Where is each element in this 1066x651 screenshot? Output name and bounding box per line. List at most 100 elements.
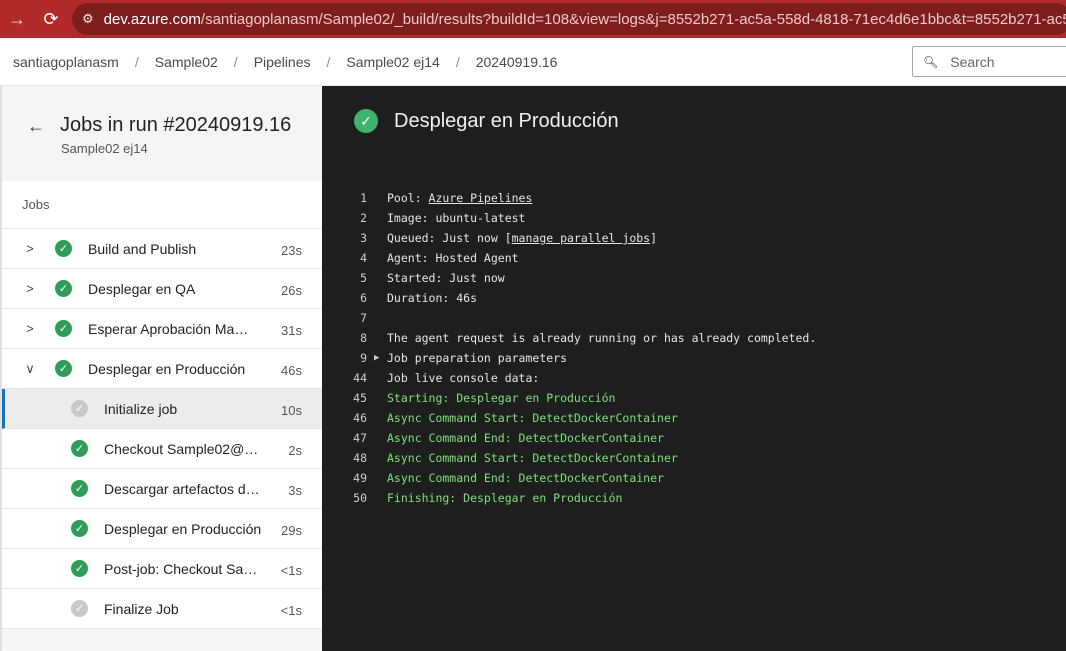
- success-check-icon: ✓: [71, 560, 88, 577]
- step-row[interactable]: ✓ Desplegar en Producción 29s: [2, 509, 322, 549]
- log-text: Image: ubuntu-latest: [387, 211, 526, 225]
- log-line-number: 44: [353, 371, 367, 385]
- step-row[interactable]: ✓ Post-job: Checkout Sample02@main <1s: [2, 549, 322, 589]
- chevron-right-icon[interactable]: >: [24, 241, 36, 256]
- job-name: Build and Publish: [88, 240, 197, 257]
- log-line-number: 1: [360, 191, 367, 205]
- success-check-icon: ✓: [55, 280, 72, 297]
- log-line-text: Pool: Azure Pipelines: [387, 188, 532, 208]
- log-line-text: Finishing: Desplegar en Producción: [387, 488, 622, 508]
- log-line: 46 Async Command Start: DetectDockerConta…: [322, 408, 1066, 428]
- breadcrumb-separator: /: [326, 53, 331, 70]
- pipeline-name: Sample02 ej14: [61, 141, 148, 156]
- back-arrow-icon[interactable]: ←: [27, 116, 45, 137]
- step-name: Post-job: Checkout Sample02@main: [104, 560, 264, 577]
- run-title: Jobs in run #20240919.16: [60, 114, 292, 136]
- log-line-text: Async Command Start: DetectDockerContain…: [387, 448, 678, 468]
- log-line: 44 Job live console data:: [322, 368, 1066, 388]
- jobs-panel: ← Jobs in run #20240919.16 Sample02 ej14…: [0, 86, 322, 651]
- breadcrumb-separator: /: [455, 53, 460, 70]
- log-text: Queued: Just now [: [387, 231, 512, 245]
- log-text: Job preparation parameters: [387, 351, 568, 365]
- search-placeholder: Search: [950, 53, 995, 70]
- step-name: Descargar artefactos de compilación: [104, 480, 264, 497]
- step-row[interactable]: ✓ Initialize job 10s: [2, 389, 322, 429]
- log-line-number: 8: [360, 331, 367, 345]
- log-line-number: 45: [353, 391, 367, 405]
- success-check-icon: ✓: [71, 440, 88, 457]
- log-line: 9 ▶ Job preparation parameters: [322, 348, 1066, 368]
- log-line: 8 The agent request is already running or…: [322, 328, 1066, 348]
- log-text: Starting: Desplegar en Producción: [387, 391, 616, 405]
- forward-arrow-icon[interactable]: →: [4, 6, 30, 32]
- step-row[interactable]: ✓ Descargar artefactos de compilación 3s: [2, 469, 322, 509]
- log-line-number: 49: [353, 471, 367, 485]
- log-text: ]: [650, 231, 658, 245]
- job-name: Desplegar en QA: [88, 280, 196, 297]
- address-bar[interactable]: ⚙ dev.azure.com/santiagoplanasm/Sample02…: [72, 3, 1066, 35]
- log-text: Finishing: Desplegar en Producción: [387, 491, 623, 505]
- log-text: Async Command Start: DetectDockerContain…: [387, 411, 678, 425]
- step-row[interactable]: ✓ Checkout Sample02@main 2s: [2, 429, 322, 469]
- job-duration: 46s: [281, 363, 302, 378]
- breadcrumb-pipelines[interactable]: Pipelines: [254, 54, 311, 70]
- step-duration: 3s: [288, 483, 302, 498]
- log-text: Async Command Start: DetectDockerContain…: [387, 451, 678, 465]
- job-name: Esperar Aprobación Manual: [88, 320, 256, 337]
- log-text: Agent: Hosted Agent: [387, 251, 519, 265]
- expand-triangle-icon[interactable]: ▶: [374, 348, 379, 368]
- log-line-text: Started: Just now: [387, 268, 505, 288]
- log-line-number: 4: [360, 251, 367, 265]
- breadcrumb: santiagoplanasm / Sample02 / Pipelines /…: [0, 38, 1066, 86]
- search-input[interactable]: 🔍︎ Search: [912, 46, 1066, 77]
- log-text: Job live console data:: [387, 371, 540, 385]
- log-text: Async Command End: DetectDockerContainer: [387, 471, 664, 485]
- log-line-text: Async Command End: DetectDockerContainer: [387, 428, 664, 448]
- log-text: Async Command End: DetectDockerContainer: [387, 431, 664, 445]
- job-duration: 23s: [281, 243, 302, 258]
- log-line-number: 50: [353, 491, 367, 505]
- log-link[interactable]: manage parallel jobs: [512, 231, 650, 245]
- log-line: 2 Image: ubuntu-latest: [322, 208, 1066, 228]
- log-output[interactable]: 1 Pool: Azure Pipelines 2 Image: ubuntu-lat…: [322, 188, 1066, 508]
- breadcrumb-org[interactable]: santiagoplanasm: [13, 54, 119, 70]
- log-line-number: 2: [360, 211, 367, 225]
- log-line-number: 46: [353, 411, 367, 425]
- job-row[interactable]: > ✓ Build and Publish 23s: [2, 229, 322, 269]
- log-title: Desplegar en Producción: [394, 110, 619, 132]
- search-icon: 🔍︎: [923, 54, 939, 69]
- log-line: 4 Agent: Hosted Agent: [322, 248, 1066, 268]
- log-panel: ✓ Desplegar en Producción 1 Pool: Azure P…: [322, 86, 1066, 651]
- success-check-icon: ✓: [55, 240, 72, 257]
- job-row[interactable]: > ✓ Desplegar en QA 26s: [2, 269, 322, 309]
- job-row[interactable]: > ✓ Esperar Aprobación Manual 31s: [2, 309, 322, 349]
- breadcrumb-separator: /: [233, 53, 238, 70]
- step-duration: <1s: [280, 563, 302, 578]
- breadcrumb-project[interactable]: Sample02: [155, 54, 218, 70]
- log-text: Duration: 46s: [387, 291, 478, 305]
- log-link[interactable]: Azure Pipelines: [429, 191, 533, 205]
- breadcrumb-run[interactable]: 20240919.16: [476, 54, 558, 70]
- step-row[interactable]: ✓ Finalize Job <1s: [2, 589, 322, 629]
- log-line-text: Async Command End: DetectDockerContainer: [387, 468, 664, 488]
- log-line-number: 47: [353, 431, 367, 445]
- log-line: 50 Finishing: Desplegar en Producción: [322, 488, 1066, 508]
- step-duration: 2s: [288, 443, 302, 458]
- log-line: 48 Async Command Start: DetectDockerConta…: [322, 448, 1066, 468]
- site-settings-icon[interactable]: ⚙: [82, 10, 94, 28]
- chevron-right-icon[interactable]: >: [24, 281, 36, 296]
- chevron-down-icon[interactable]: ∨: [24, 361, 36, 377]
- url-text[interactable]: dev.azure.com/santiagoplanasm/Sample02/_…: [104, 11, 1066, 28]
- success-check-icon: ✓: [71, 480, 88, 497]
- breadcrumb-separator: /: [134, 53, 139, 70]
- job-row[interactable]: ∨ ✓ Desplegar en Producción 46s: [2, 349, 322, 389]
- pending-check-icon: ✓: [71, 600, 88, 617]
- chevron-right-icon[interactable]: >: [24, 321, 36, 336]
- breadcrumb-pipeline[interactable]: Sample02 ej14: [346, 54, 439, 70]
- log-line: 5 Started: Just now: [322, 268, 1066, 288]
- success-check-icon: ✓: [71, 520, 88, 537]
- step-name: Desplegar en Producción: [104, 520, 262, 537]
- jobs-section-label: Jobs: [2, 181, 322, 229]
- reload-icon[interactable]: ⟳: [38, 6, 64, 32]
- log-line: 6 Duration: 46s: [322, 288, 1066, 308]
